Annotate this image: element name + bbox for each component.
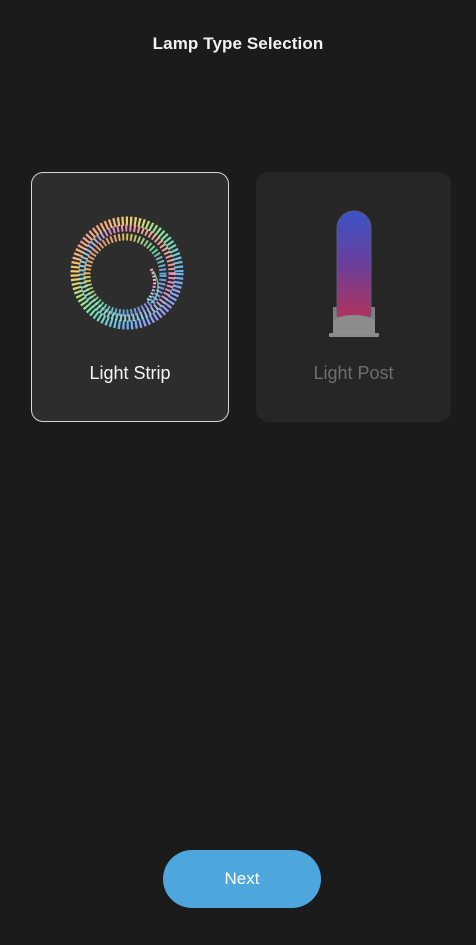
light-post-icon — [257, 209, 450, 344]
option-light-strip[interactable]: Light Strip — [31, 172, 229, 422]
option-label: Light Strip — [89, 363, 171, 383]
light-strip-icon — [32, 213, 228, 333]
lamp-type-screen: Lamp Type Selection Light Strip Light Po… — [0, 0, 476, 945]
page-title: Lamp Type Selection — [152, 34, 324, 53]
option-light-post[interactable]: Light Post — [256, 172, 451, 422]
option-label: Light Post — [313, 363, 394, 383]
next-button[interactable]: Next — [163, 850, 321, 908]
